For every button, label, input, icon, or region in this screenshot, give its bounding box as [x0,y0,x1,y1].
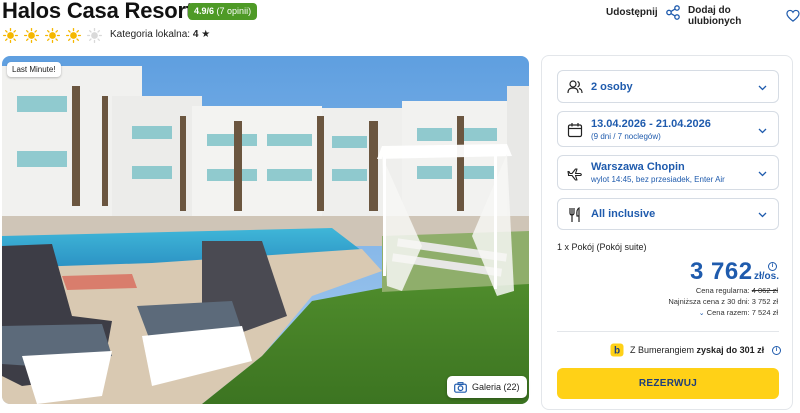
sun-icon-filled [24,28,39,43]
lowest-30-label: Najniższa cena z 30 dni: [668,297,750,306]
total-value: 7 524 zł [751,308,778,317]
sun-icon-filled [3,28,18,43]
regular-price-value: 4 062 zł [751,286,778,295]
favorite-button[interactable]: Dodaj do ulubionych [688,5,800,27]
rating-score: 4.9/6 [194,6,215,16]
rating-count: (7 opinii) [216,6,252,16]
guests-select[interactable]: 2 osoby [557,70,779,103]
chevron-down-icon [758,85,767,91]
bumerang-logo-icon: b [610,343,624,357]
dates-sub: (9 dni / 7 noclegów) [591,132,661,141]
gallery-label: Galeria (22) [472,382,520,392]
resort-pool-image [2,56,529,404]
regular-price-label: Cena regularna: [695,286,750,295]
total-label: Cena razem: [706,308,750,317]
total-price[interactable]: ⌄ Cena razem: 7 524 zł [699,308,778,317]
category-value: 4 [192,29,199,40]
sun-rating [3,28,102,43]
heart-icon [786,9,800,22]
bumerang-prefix: Z Bumerangiem [630,345,695,355]
lowest-30-price: Najniższa cena z 30 dni: 3 752 zł [668,297,778,306]
gallery-button[interactable]: Galeria (22) [447,376,527,398]
share-label: Udostępnij [606,7,658,18]
price-unit: zł/os. [754,271,780,282]
lowest-30-value: 3 752 zł [751,297,778,306]
camera-icon [454,381,467,393]
guests-label: 2 osoby [591,81,633,93]
people-icon [567,80,583,94]
rating-badge[interactable]: 4.9/6 (7 opinii) [188,3,258,20]
calendar-icon [567,123,583,138]
share-button[interactable]: Udostępnij [606,5,680,20]
local-category: Kategoria lokalna: 4 ★ [110,29,210,40]
price-info-icon[interactable]: i [768,262,777,271]
board-select[interactable]: All inclusive [557,198,779,230]
svg-text:b: b [614,346,620,357]
dates-select[interactable]: 13.04.2026 - 21.04.2026 (9 dni / 7 nocle… [557,111,779,147]
chevron-down-icon [758,212,767,218]
flight-label: Warszawa Chopin [591,161,685,173]
sun-icon-empty [87,28,102,43]
reserve-button[interactable]: REZERWUJ [557,368,779,399]
plane-icon [567,168,582,181]
bumerang-bold: zyskaj do 301 zł [696,345,765,355]
favorite-label: Dodaj do ulubionych [688,5,742,27]
flight-select[interactable]: Warszawa Chopin wylot 14:45, bez przesia… [557,155,779,190]
bumerang-promo: b Z Bumerangiem zyskaj do 301 zł i [610,343,782,357]
category-label: Kategoria lokalna: [110,29,191,40]
hotel-title: Halos Casa Resort [2,0,194,23]
chevron-down-icon [758,171,767,177]
flight-sub: wylot 14:45, bez przesiadek, Enter Air [591,175,725,184]
star-icon: ★ [201,29,211,40]
board-label: All inclusive [591,208,656,220]
chevron-down-icon [758,128,767,134]
bumerang-info-icon[interactable]: i [772,345,782,355]
price-per-person: 3 762 [690,258,753,285]
hotel-photo[interactable] [2,56,529,404]
chevron-down-icon: ⌄ [698,310,705,317]
last-minute-badge: Last Minute! [7,62,61,77]
dates-label: 13.04.2026 - 21.04.2026 [591,118,711,130]
share-icon [665,5,680,20]
room-info: 1 x Pokój (Pokój suite) [557,242,647,252]
divider [557,331,779,332]
sun-icon-filled [66,28,81,43]
sun-icon-filled [45,28,60,43]
regular-price: Cena regularna: 4 062 zł [696,286,778,295]
cutlery-icon [569,207,580,222]
